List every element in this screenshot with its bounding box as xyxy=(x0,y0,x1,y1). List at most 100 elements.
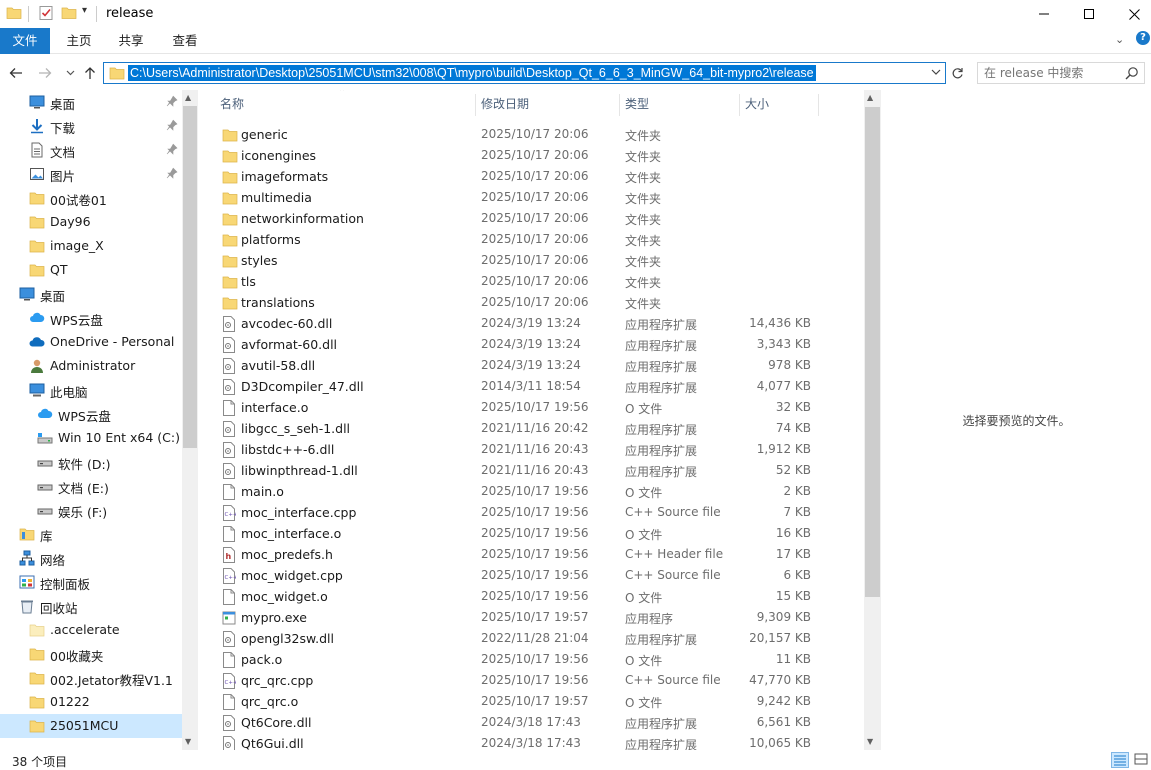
new-folder-icon[interactable] xyxy=(61,5,77,23)
file-row[interactable]: tls 2025/10/17 20:06 文件夹 xyxy=(216,271,856,292)
column-divider[interactable] xyxy=(475,94,476,116)
file-row[interactable]: libgcc_s_seh-1.dll 2021/11/16 20:42 应用程序扩展… xyxy=(216,418,856,439)
nav-item[interactable]: WPS云盘 xyxy=(0,306,182,330)
nav-item[interactable]: image_X xyxy=(0,234,182,258)
column-header-size[interactable]: 大小 xyxy=(745,90,769,118)
file-row[interactable]: libstdc++-6.dll 2021/11/16 20:43 应用程序扩展 1,9… xyxy=(216,439,856,460)
file-row[interactable]: qrc_qrc.o 2025/10/17 19:57 O 文件 9,242 KB xyxy=(216,691,856,712)
expand-ribbon-icon[interactable]: ⌄ xyxy=(1115,33,1124,46)
nav-item[interactable]: 00收藏夹 xyxy=(0,642,182,666)
close-button[interactable] xyxy=(1111,0,1151,28)
file-row[interactable]: h moc_predefs.h 2025/10/17 19:56 C++ Header… xyxy=(216,544,856,565)
file-row[interactable]: translations 2025/10/17 20:06 文件夹 xyxy=(216,292,856,313)
nav-item[interactable]: 库 xyxy=(0,522,182,546)
file-row[interactable]: Qt6Gui.dll 2024/3/18 17:43 应用程序扩展 10,065 KB xyxy=(216,733,856,750)
scrollbar-thumb[interactable] xyxy=(183,106,197,448)
tab-view[interactable]: 查看 xyxy=(164,28,206,54)
nav-item[interactable]: 网络 xyxy=(0,546,182,570)
recent-locations-button[interactable] xyxy=(61,64,79,82)
nav-item[interactable]: WPS云盘 xyxy=(0,402,182,426)
file-row[interactable]: Qt6Core.dll 2024/3/18 17:43 应用程序扩展 6,561 KB xyxy=(216,712,856,733)
column-divider[interactable] xyxy=(619,94,620,116)
nav-item[interactable]: .accelerate xyxy=(0,618,182,642)
back-button[interactable] xyxy=(7,64,25,82)
file-row[interactable]: avformat-60.dll 2024/3/19 13:24 应用程序扩展 3,34… xyxy=(216,334,856,355)
column-divider[interactable] xyxy=(739,94,740,116)
chevron-down-icon[interactable] xyxy=(931,66,941,81)
file-row[interactable]: moc_widget.o 2025/10/17 19:56 O 文件 15 KB xyxy=(216,586,856,607)
search-icon[interactable] xyxy=(1125,66,1139,83)
file-row[interactable]: moc_interface.o 2025/10/17 19:56 O 文件 16 KB xyxy=(216,523,856,544)
search-input[interactable] xyxy=(984,66,1114,80)
file-row[interactable]: multimedia 2025/10/17 20:06 文件夹 xyxy=(216,187,856,208)
refresh-button[interactable] xyxy=(948,63,966,83)
up-button[interactable] xyxy=(81,64,99,82)
address-path[interactable]: C:\Users\Administrator\Desktop\25051MCU\… xyxy=(128,65,816,81)
customize-quick-access-icon[interactable]: ▾ xyxy=(82,5,87,16)
file-row[interactable]: imageformats 2025/10/17 20:06 文件夹 xyxy=(216,166,856,187)
details-view-button[interactable] xyxy=(1111,752,1129,768)
help-icon[interactable]: ? xyxy=(1136,31,1150,45)
address-bar[interactable]: C:\Users\Administrator\Desktop\25051MCU\… xyxy=(103,62,946,84)
nav-item[interactable]: QT xyxy=(0,258,182,282)
column-header-type[interactable]: 类型 xyxy=(625,90,649,118)
nav-item[interactable]: 桌面 xyxy=(0,282,182,306)
file-list-scrollbar[interactable]: ▲ ▼ xyxy=(864,90,881,750)
file-type: C++ Header file xyxy=(625,547,724,561)
file-row[interactable]: generic 2025/10/17 20:06 文件夹 xyxy=(216,124,856,145)
scrollbar-thumb[interactable] xyxy=(865,107,880,597)
properties-icon[interactable] xyxy=(38,5,54,23)
scroll-down-icon[interactable]: ▼ xyxy=(185,737,191,746)
tab-home[interactable]: 主页 xyxy=(58,28,100,54)
nav-item[interactable]: OneDrive - Personal xyxy=(0,330,182,354)
nav-item[interactable]: 图片 xyxy=(0,162,182,186)
file-row[interactable]: pack.o 2025/10/17 19:56 O 文件 11 KB xyxy=(216,649,856,670)
file-row[interactable]: avcodec-60.dll 2024/3/19 13:24 应用程序扩展 14,43… xyxy=(216,313,856,334)
nav-item[interactable]: 桌面 xyxy=(0,90,182,114)
file-row[interactable]: opengl32sw.dll 2022/11/28 21:04 应用程序扩展 20,1… xyxy=(216,628,856,649)
nav-item[interactable]: 25051MCU xyxy=(0,714,182,738)
column-header-name[interactable]: 名称 xyxy=(220,90,244,118)
file-row[interactable]: libwinpthread-1.dll 2021/11/16 20:43 应用程序扩… xyxy=(216,460,856,481)
search-box[interactable] xyxy=(977,62,1145,84)
forward-button[interactable] xyxy=(36,64,54,82)
file-row[interactable]: avutil-58.dll 2024/3/19 13:24 应用程序扩展 978 KB xyxy=(216,355,856,376)
nav-item[interactable]: Administrator xyxy=(0,354,182,378)
file-row[interactable]: C++ moc_widget.cpp 2025/10/17 19:56 C++ Sou… xyxy=(216,565,856,586)
scroll-down-icon[interactable]: ▼ xyxy=(867,737,873,746)
nav-item[interactable]: 此电脑 xyxy=(0,378,182,402)
file-row[interactable]: main.o 2025/10/17 19:56 O 文件 2 KB xyxy=(216,481,856,502)
minimize-button[interactable] xyxy=(1021,0,1067,28)
maximize-button[interactable] xyxy=(1066,0,1112,28)
svg-text:C++: C++ xyxy=(225,680,237,686)
file-row[interactable]: C++ qrc_qrc.cpp 2025/10/17 19:56 C++ Source… xyxy=(216,670,856,691)
nav-item[interactable]: Win 10 Ent x64 (C:) xyxy=(0,426,182,450)
file-row[interactable]: C++ moc_interface.cpp 2025/10/17 19:56 C++ … xyxy=(216,502,856,523)
nav-item[interactable]: Day96 xyxy=(0,210,182,234)
scroll-up-icon[interactable]: ▲ xyxy=(867,93,873,102)
nav-scrollbar[interactable]: ▲ ▼ xyxy=(182,90,198,750)
nav-item[interactable]: 回收站 xyxy=(0,594,182,618)
nav-item[interactable]: 002.Jetator教程V1.1 xyxy=(0,666,182,690)
file-row[interactable]: iconengines 2025/10/17 20:06 文件夹 xyxy=(216,145,856,166)
nav-item[interactable]: 控制面板 xyxy=(0,570,182,594)
scroll-up-icon[interactable]: ▲ xyxy=(185,93,191,102)
nav-item[interactable]: 娱乐 (F:) xyxy=(0,498,182,522)
file-row[interactable]: networkinformation 2025/10/17 20:06 文件夹 xyxy=(216,208,856,229)
nav-item[interactable]: 下载 xyxy=(0,114,182,138)
tab-file[interactable]: 文件 xyxy=(0,28,50,54)
nav-item[interactable]: 00试卷01 xyxy=(0,186,182,210)
tab-share[interactable]: 共享 xyxy=(110,28,152,54)
nav-item[interactable]: 文档 (E:) xyxy=(0,474,182,498)
file-row[interactable]: interface.o 2025/10/17 19:56 O 文件 32 KB xyxy=(216,397,856,418)
nav-item[interactable]: 01222 xyxy=(0,690,182,714)
file-row[interactable]: styles 2025/10/17 20:06 文件夹 xyxy=(216,250,856,271)
nav-item[interactable]: 文档 xyxy=(0,138,182,162)
file-row[interactable]: D3Dcompiler_47.dll 2014/3/11 18:54 应用程序扩展 4… xyxy=(216,376,856,397)
column-divider[interactable] xyxy=(818,94,819,116)
file-row[interactable]: mypro.exe 2025/10/17 19:57 应用程序 9,309 KB xyxy=(216,607,856,628)
large-icons-view-button[interactable] xyxy=(1133,752,1151,768)
column-header-date[interactable]: 修改日期 xyxy=(481,90,529,118)
nav-item[interactable]: 软件 (D:) xyxy=(0,450,182,474)
file-row[interactable]: platforms 2025/10/17 20:06 文件夹 xyxy=(216,229,856,250)
